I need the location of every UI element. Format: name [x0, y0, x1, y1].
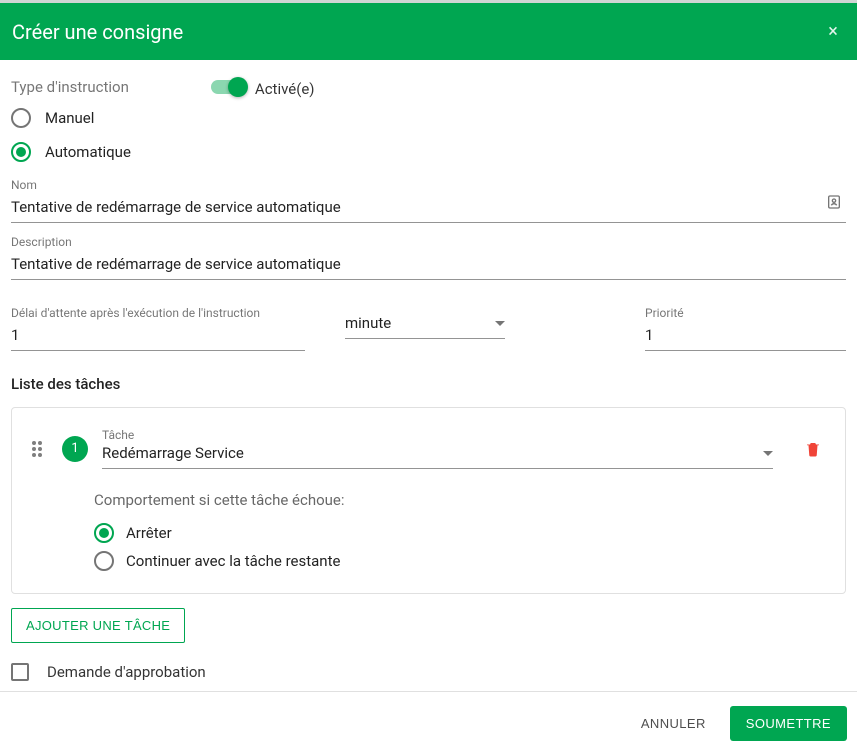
trash-icon	[804, 440, 822, 458]
add-task-button[interactable]: AJOUTER UNE TÂCHE	[11, 608, 185, 643]
radio-behavior-stop-label: Arrêter	[126, 524, 172, 542]
radio-manual[interactable]: Manuel	[11, 104, 131, 132]
task-select-value: Redémarrage Service	[102, 444, 244, 462]
radio-icon	[94, 523, 114, 543]
dialog-title: Créer une consigne	[12, 20, 183, 44]
task-field-label: Tâche	[102, 428, 773, 442]
delete-task-button[interactable]	[801, 437, 825, 461]
approval-checkbox[interactable]	[11, 663, 29, 681]
radio-behavior-continue[interactable]: Continuer avec la tâche restante	[94, 547, 825, 575]
submit-button[interactable]: SOUMETTRE	[730, 706, 847, 741]
radio-automatic-label: Automatique	[45, 143, 131, 161]
cancel-button[interactable]: ANNULER	[629, 706, 718, 741]
radio-icon	[11, 108, 31, 128]
toggle-knob	[228, 77, 248, 97]
drag-handle-icon[interactable]	[32, 441, 48, 457]
chevron-down-icon	[495, 321, 505, 326]
radio-manual-label: Manuel	[45, 109, 94, 127]
behavior-label: Comportement si cette tâche échoue:	[94, 491, 825, 509]
activation-toggle[interactable]	[211, 80, 245, 94]
dialog-header: Créer une consigne ×	[0, 3, 857, 60]
delay-input[interactable]	[11, 322, 305, 351]
delay-unit-value: minute	[345, 314, 391, 332]
close-button[interactable]: ×	[821, 20, 845, 44]
task-select[interactable]: Redémarrage Service	[102, 442, 773, 469]
priority-label: Priorité	[645, 306, 846, 320]
delay-unit-select[interactable]: minute	[345, 310, 505, 339]
approval-label: Demande d'approbation	[47, 663, 206, 681]
activation-label: Activé(e)	[255, 80, 315, 98]
chevron-down-icon	[763, 451, 773, 456]
delay-label: Délai d'attente après l'exécution de l'i…	[11, 306, 305, 320]
radio-automatic[interactable]: Automatique	[11, 138, 131, 166]
tasks-section-title: Liste des tâches	[11, 375, 846, 393]
radio-behavior-stop[interactable]: Arrêter	[94, 519, 825, 547]
description-label: Description	[11, 235, 846, 249]
dialog-footer: ANNULER SOUMETTRE	[0, 691, 857, 755]
name-input[interactable]	[11, 194, 846, 223]
contact-card-icon	[826, 194, 842, 210]
radio-icon	[94, 551, 114, 571]
priority-input[interactable]	[645, 322, 846, 351]
name-label: Nom	[11, 178, 846, 192]
close-icon: ×	[828, 21, 838, 42]
description-input[interactable]	[11, 251, 846, 280]
radio-behavior-continue-label: Continuer avec la tâche restante	[126, 552, 340, 570]
instruction-type-label: Type d'instruction	[11, 78, 131, 96]
task-card: 1 Tâche Redémarrage Service Comportement…	[11, 407, 846, 594]
radio-icon	[11, 142, 31, 162]
task-number-badge: 1	[62, 436, 88, 462]
